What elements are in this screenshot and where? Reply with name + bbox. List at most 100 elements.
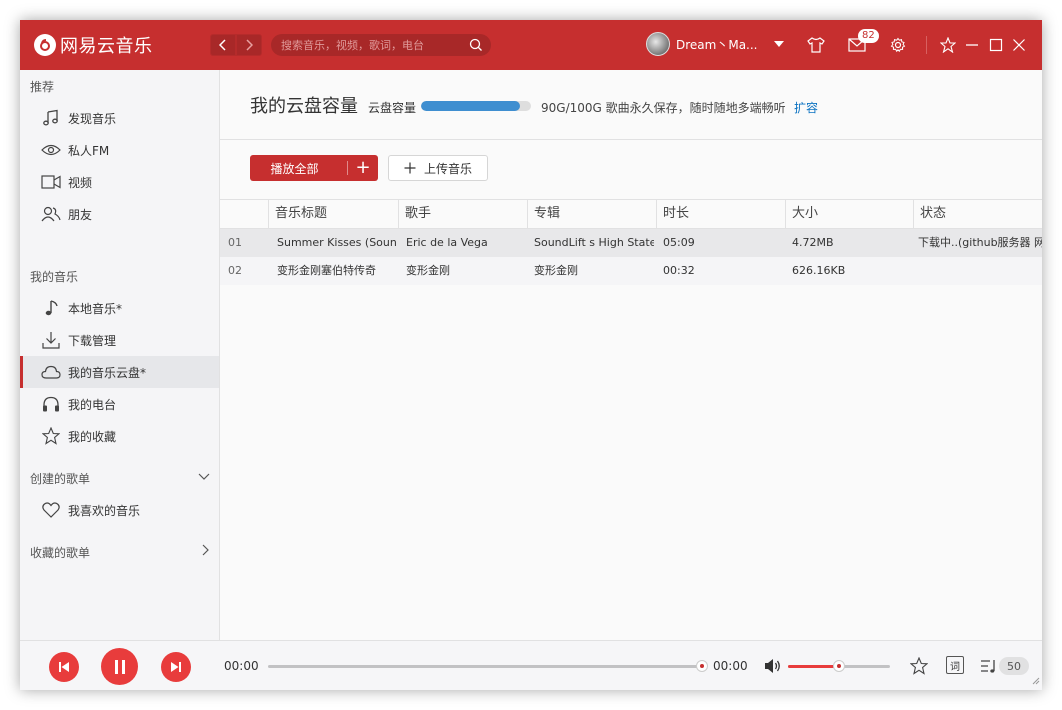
- playlist-count-badge: 50: [999, 657, 1029, 675]
- column-header-album[interactable]: 专辑: [527, 200, 656, 228]
- capacity-text: 90G/100G 歌曲永久保存，随时随地多端畅听: [541, 101, 786, 115]
- sidebar-item-liked-music[interactable]: 我喜欢的音乐: [20, 494, 219, 526]
- song-title[interactable]: Summer Kisses (Sound: [277, 229, 397, 257]
- chevron-right-icon: [246, 39, 253, 51]
- settings-gear-icon[interactable]: [888, 35, 908, 55]
- headphones-icon: [40, 394, 62, 414]
- upload-music-button[interactable]: 上传音乐: [388, 155, 488, 181]
- sidebar-item-fm[interactable]: 私人FM: [20, 134, 219, 166]
- sidebar-item-label: 私人FM: [68, 143, 110, 158]
- mini-mode-star-icon[interactable]: [938, 35, 958, 55]
- app-logo[interactable]: 网易云音乐: [34, 32, 153, 58]
- sidebar-item-downloads[interactable]: 下载管理: [20, 324, 219, 356]
- app-name: 网易云音乐: [60, 36, 153, 57]
- volume-knob[interactable]: [833, 660, 845, 672]
- sidebar-item-cloud-disk[interactable]: 我的音乐云盘*: [20, 356, 219, 388]
- netease-logo-icon: [34, 34, 56, 56]
- page-title: 我的云盘容量: [250, 96, 358, 117]
- titlebar-divider: [926, 36, 927, 54]
- volume-slider[interactable]: [788, 660, 890, 672]
- sidebar: 推荐 发现音乐 私人FM 视频 朋友 我的音乐 本地音乐* 下载管理 我的音乐云…: [20, 70, 220, 640]
- song-artist[interactable]: 变形金刚: [406, 257, 524, 285]
- section-title-recommend: 推荐: [30, 80, 55, 94]
- sidebar-item-friends[interactable]: 朋友: [20, 198, 219, 230]
- sidebar-item-my-radio[interactable]: 我的电台: [20, 388, 219, 420]
- section-title-collected: 收藏的歌单: [30, 546, 91, 560]
- column-header-duration[interactable]: 时长: [656, 200, 785, 228]
- chevron-right-icon[interactable]: [202, 544, 210, 559]
- capacity-bar: [421, 101, 531, 111]
- music-note-icon: [40, 108, 62, 128]
- skin-shirt-icon[interactable]: [806, 35, 826, 55]
- section-title-created: 创建的歌单: [30, 472, 91, 486]
- song-status: [918, 257, 1042, 285]
- song-title[interactable]: 变形金刚塞伯特传奇: [277, 257, 397, 285]
- pause-icon: [114, 659, 125, 674]
- plus-icon: [404, 159, 416, 178]
- table-header: 音乐标题 歌手 专辑 时长 大小 状态: [220, 199, 1042, 229]
- radio-eye-icon: [40, 140, 62, 160]
- main-content: 我的云盘容量 云盘容量 90G/100G 歌曲永久保存，随时随地多端畅听 扩容 …: [220, 70, 1042, 640]
- row-index: 02: [228, 264, 242, 277]
- previous-button[interactable]: [49, 652, 79, 682]
- sidebar-item-label: 视频: [68, 175, 93, 190]
- sidebar-item-local-music[interactable]: 本地音乐*: [20, 292, 219, 324]
- search-box: [271, 34, 491, 56]
- progress-slider[interactable]: [268, 660, 708, 672]
- close-icon[interactable]: [1009, 35, 1029, 55]
- section-created-playlists[interactable]: 创建的歌单: [30, 470, 210, 487]
- expand-capacity-link[interactable]: 扩容: [794, 99, 818, 116]
- song-artist[interactable]: Eric de la Vega: [406, 229, 524, 257]
- column-header-title[interactable]: 音乐标题: [268, 200, 398, 228]
- avatar[interactable]: [646, 32, 670, 56]
- capacity-bar-fill: [421, 101, 520, 111]
- forward-button[interactable]: [236, 34, 262, 56]
- table-row[interactable]: 01 Summer Kisses (Sound Eric de la Vega …: [220, 229, 1042, 257]
- sidebar-item-label: 朋友: [68, 207, 93, 222]
- play-all-button[interactable]: 播放全部 +: [250, 155, 378, 181]
- star-icon[interactable]: [909, 656, 929, 676]
- chevron-down-icon[interactable]: [198, 470, 210, 484]
- player-bar: 00:00 00:00 词 50: [20, 640, 1042, 690]
- progress-knob[interactable]: [696, 660, 708, 672]
- search-input[interactable]: [281, 38, 461, 52]
- cloud-icon: [40, 362, 62, 382]
- song-album[interactable]: 变形金刚: [534, 257, 654, 285]
- column-header-size[interactable]: 大小: [785, 200, 913, 228]
- section-collected-playlists[interactable]: 收藏的歌单: [30, 544, 210, 561]
- search-icon[interactable]: [469, 38, 483, 55]
- message-count-badge: 82: [858, 29, 879, 43]
- add-to-playlist-icon[interactable]: +: [348, 155, 378, 181]
- resize-grip-icon[interactable]: [1030, 674, 1040, 688]
- capacity-label: 云盘容量: [368, 101, 417, 115]
- upload-music-label: 上传音乐: [423, 161, 472, 176]
- sidebar-item-discover[interactable]: 发现音乐: [20, 102, 219, 134]
- sidebar-item-label: 我的收藏: [68, 429, 117, 444]
- sidebar-item-label: 本地音乐*: [68, 301, 123, 316]
- maximize-icon[interactable]: [986, 35, 1006, 55]
- pause-button[interactable]: [101, 648, 138, 685]
- username[interactable]: Dream丶Ma...: [676, 36, 758, 53]
- lyrics-button[interactable]: 词: [946, 656, 964, 674]
- sidebar-item-video[interactable]: 视频: [20, 166, 219, 198]
- playlist-icon[interactable]: [979, 656, 999, 676]
- sidebar-item-label: 我的电台: [68, 397, 117, 412]
- next-button[interactable]: [161, 652, 191, 682]
- table-row[interactable]: 02 变形金刚塞伯特传奇 变形金刚 变形金刚 00:32 626.16KB: [220, 257, 1042, 285]
- column-header-status[interactable]: 状态: [913, 200, 1042, 228]
- total-time: 00:00: [713, 659, 748, 673]
- star-icon: [40, 426, 62, 446]
- song-album[interactable]: SoundLift s High State: [534, 229, 654, 257]
- friends-icon: [40, 204, 62, 224]
- user-menu[interactable]: Dream丶Ma...: [646, 32, 784, 56]
- column-header-artist[interactable]: 歌手: [398, 200, 527, 228]
- caret-down-icon[interactable]: [773, 37, 784, 51]
- row-index: 01: [228, 236, 242, 249]
- song-size: 626.16KB: [792, 264, 846, 277]
- sidebar-item-favorites[interactable]: 我的收藏: [20, 420, 219, 452]
- note-icon: [40, 298, 62, 318]
- history-nav: [210, 34, 262, 56]
- back-button[interactable]: [210, 34, 236, 56]
- minimize-icon[interactable]: [962, 35, 982, 55]
- volume-icon[interactable]: [763, 656, 783, 676]
